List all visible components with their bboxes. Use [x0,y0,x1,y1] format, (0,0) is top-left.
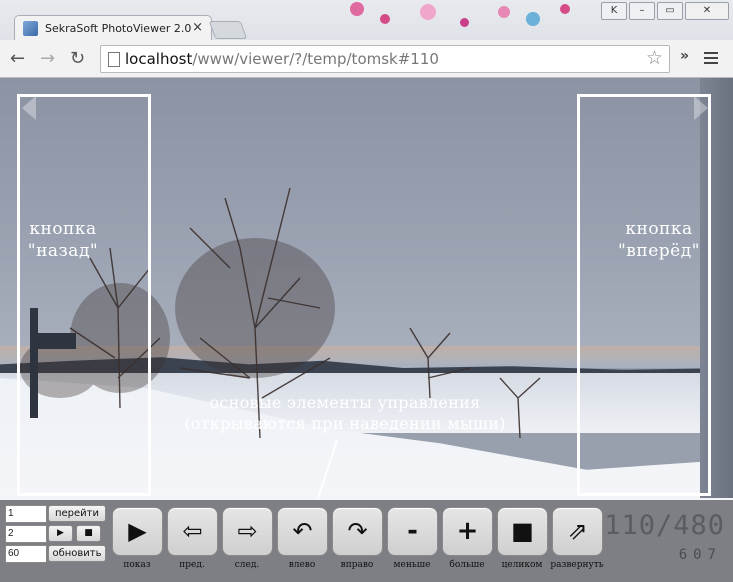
rotate-right-caption: вправо [340,560,374,570]
image-sub-counter: 607 [678,547,722,563]
rotate-left-caption: влево [288,560,316,570]
fullscreen-caption: развернуть [550,560,604,570]
next-zone-button[interactable] [577,94,711,496]
forward-icon[interactable]: → [40,48,55,69]
back-icon[interactable]: ← [10,48,25,69]
fit-button[interactable]: ■ [497,507,548,556]
tab-title: SekraSoft PhotoViewer 2.0 [45,22,192,35]
interval-input[interactable] [5,525,47,543]
bookmark-star-icon[interactable]: ☆ [646,47,663,69]
profile-button[interactable]: K [601,2,627,20]
slideshow-button[interactable]: ▶ [112,507,163,556]
goto-button[interactable]: перейти [48,505,106,522]
browser-toolbar: ← → ↻ localhost/www/viewer/?/temp/tomsk#… [0,40,733,78]
slideshow-caption: показ [123,560,151,570]
rotate-left-button[interactable]: ↶ [277,507,328,556]
zoom-in-button[interactable]: + [442,507,493,556]
address-bar[interactable]: localhost/www/viewer/?/temp/tomsk#110 ☆ [100,45,670,73]
refresh-button[interactable]: обновить [48,545,106,562]
menu-icon[interactable] [704,52,718,67]
decorative-theme [330,0,590,38]
refresh-input[interactable] [5,545,47,563]
zoom-in-caption: больше [449,560,485,570]
tab-close-icon[interactable]: × [192,20,203,35]
minimize-button[interactable]: – [629,2,655,20]
maximize-button[interactable]: ▭ [657,2,683,20]
new-tab-button[interactable] [208,21,248,39]
zoom-out-caption: меньше [393,560,431,570]
reload-icon[interactable]: ↻ [70,48,85,69]
rotate-right-button[interactable]: ↷ [332,507,383,556]
controls-annotation: основые элементы управления (открываются… [184,393,506,433]
close-window-button[interactable]: ✕ [685,2,729,20]
fit-caption: целиком [501,560,543,570]
next-button[interactable]: ⇨ [222,507,273,556]
previous-button[interactable]: ⇦ [167,507,218,556]
prev-zone-button[interactable] [17,94,151,496]
next-zone-label: кнопка "вперёд" [617,219,700,261]
photo-viewer: кнопка "назад" кнопка "вперёд" основые э… [0,78,733,582]
image-counter: 110/480 [604,510,725,541]
browser-tab[interactable]: SekraSoft PhotoViewer 2.0 × [14,15,212,42]
window-controls: K – ▭ ✕ [601,2,729,20]
next-caption: след. [234,560,260,570]
app-favicon-icon [23,21,38,36]
goto-input[interactable] [5,505,47,523]
page-icon [108,52,120,67]
title-bar: SekraSoft PhotoViewer 2.0 × K – ▭ ✕ [0,0,733,42]
zoom-out-button[interactable]: - [387,507,438,556]
previous-caption: пред. [179,560,205,570]
control-panel: перейти ▶ ■ обновить ▶ показ ⇦ пред. ⇨ с… [0,500,733,582]
play-small-button[interactable]: ▶ [48,525,73,542]
prev-zone-label: кнопка "назад" [27,219,99,261]
url-text[interactable]: localhost/www/viewer/?/temp/tomsk#110 [125,50,439,68]
stop-small-button[interactable]: ■ [76,525,101,542]
extensions-icon[interactable]: » [680,48,689,64]
